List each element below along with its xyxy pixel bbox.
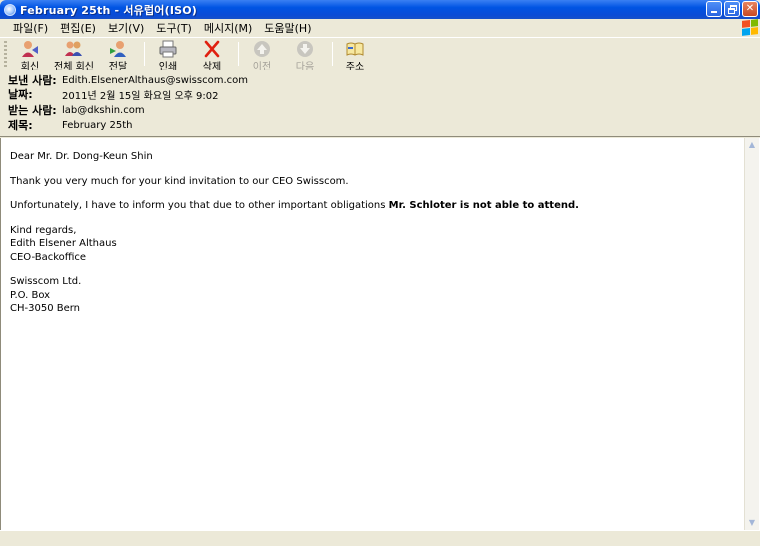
printer-icon — [159, 40, 177, 58]
po-box: P.O. Box — [10, 289, 51, 301]
window-title: February 25th - 서유럽어(ISO) — [20, 3, 198, 17]
toolbar-separator — [144, 42, 145, 66]
subject-value: February 25th — [62, 119, 133, 131]
windows-logo-icon — [742, 19, 758, 36]
menu-view[interactable]: 보기(V) — [103, 20, 149, 36]
address-book-icon — [346, 42, 364, 56]
toolbar-separator-2 — [238, 42, 239, 66]
previous-button[interactable]: 이전 — [250, 40, 274, 73]
toolbar-separator-3 — [332, 42, 333, 66]
company-name: Swisscom Ltd. — [10, 276, 82, 287]
vertical-scrollbar[interactable]: ▲ ▼ — [744, 138, 759, 530]
date-value: 2011년 2월 15일 화요일 오후 9:02 — [62, 90, 219, 102]
menu-file[interactable]: 파일(F) — [8, 20, 53, 36]
to-value[interactable]: lab@dkshin.com — [62, 105, 145, 116]
scroll-down-icon[interactable]: ▼ — [745, 516, 759, 530]
subject-label: 제목: — [8, 119, 33, 132]
body-line-2-bold: Mr. Schloter is not able to attend. — [388, 200, 579, 211]
body-line-1: Thank you very much for your kind invita… — [10, 175, 349, 187]
up-arrow-icon — [254, 41, 270, 57]
next-button[interactable]: 다음 — [293, 40, 317, 73]
subject-row: 제목: February 25th — [8, 118, 132, 132]
reply-all-icon — [65, 41, 82, 56]
addresses-button[interactable]: 주소 — [343, 40, 367, 73]
down-arrow-icon — [297, 41, 313, 57]
reply-all-button[interactable]: 전체 회신 — [52, 40, 96, 73]
window-controls: ✕ — [706, 1, 758, 17]
signature-name: Edith Elsener Althaus — [10, 238, 117, 249]
mail-message-icon — [4, 3, 16, 16]
toolbar-grip[interactable] — [4, 41, 7, 67]
restore-icon-back — [728, 8, 735, 14]
city: CH-3050 Bern — [10, 303, 81, 314]
menu-edit[interactable]: 편집(E) — [55, 20, 101, 36]
minimize-button[interactable] — [706, 1, 722, 17]
status-bar — [0, 530, 760, 546]
menu-help[interactable]: 도움말(H) — [259, 20, 316, 36]
close-icon: ✕ — [745, 3, 755, 14]
menu-tools[interactable]: 도구(T) — [151, 20, 197, 36]
print-button[interactable]: 인쇄 — [156, 40, 180, 73]
closing: Kind regards, — [10, 224, 77, 236]
scroll-up-icon[interactable]: ▲ — [745, 138, 759, 152]
message-text: Dear Mr. Dr. Dong-Keun Shin Thank you ve… — [10, 150, 730, 316]
message-header: 보낸 사람: Edith.ElsenerAlthaus@swisscom.com… — [0, 70, 760, 137]
forward-button[interactable]: 전달 — [106, 40, 130, 73]
title-bar: February 25th - 서유럽어(ISO) ✕ — [0, 0, 760, 19]
delete-x-icon — [204, 40, 220, 58]
from-row: 보낸 사람: Edith.ElsenerAlthaus@swisscom.com — [8, 73, 248, 87]
body-line-2: Unfortunately, I have to inform you that… — [10, 199, 730, 213]
forward-icon — [110, 41, 126, 57]
close-button[interactable]: ✕ — [742, 1, 758, 17]
delete-button[interactable]: 삭제 — [200, 40, 224, 73]
body-line-2-text: Unfortunately, I have to inform you that… — [10, 200, 389, 211]
date-label: 날짜: — [8, 88, 33, 101]
date-row: 날짜: 2011년 2월 15일 화요일 오후 9:02 — [8, 87, 219, 102]
menu-message[interactable]: 메시지(M) — [199, 20, 257, 36]
reply-button[interactable]: 회신 — [18, 40, 42, 73]
reply-icon — [22, 41, 38, 57]
message-body-pane[interactable]: Dear Mr. Dr. Dong-Keun Shin Thank you ve… — [0, 138, 760, 530]
to-label: 받는 사람: — [8, 104, 57, 117]
from-value[interactable]: Edith.ElsenerAlthaus@swisscom.com — [62, 75, 248, 86]
minimize-icon — [711, 11, 717, 13]
toolbar: 회신 전체 회신 전달 인쇄 삭제 이전 다음 주소 — [0, 37, 760, 73]
signature-title: CEO-Backoffice — [10, 251, 87, 263]
greeting: Dear Mr. Dr. Dong-Keun Shin — [10, 151, 153, 162]
menu-bar: 파일(F) 편집(E) 보기(V) 도구(T) 메시지(M) 도움말(H) — [0, 19, 760, 36]
to-row: 받는 사람: lab@dkshin.com — [8, 103, 145, 117]
restore-button[interactable] — [724, 1, 740, 17]
